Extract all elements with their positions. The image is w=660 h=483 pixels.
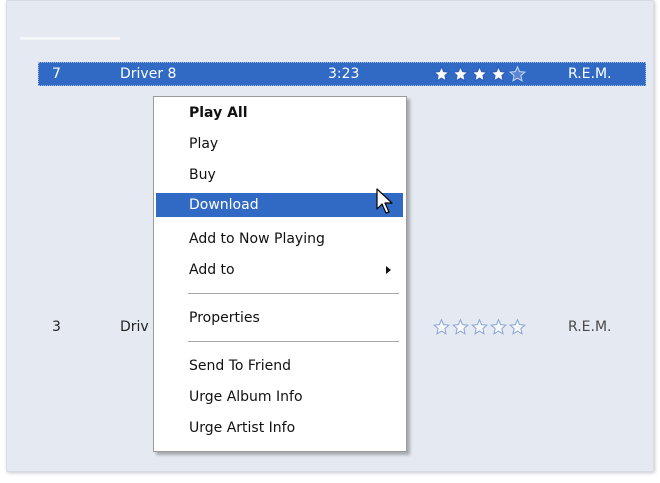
faded-header-strip <box>20 37 120 40</box>
menu-item-play-all[interactable]: Play All <box>156 101 403 125</box>
menu-separator <box>188 293 399 294</box>
menu-item-urge-artist-info[interactable]: Urge Artist Info <box>156 416 403 440</box>
star-empty-icon[interactable] <box>470 315 489 339</box>
star-empty-icon[interactable] <box>489 315 508 339</box>
track-title: Driver 8 <box>120 66 177 82</box>
track-number: 7 <box>52 66 61 82</box>
menu-item-label: Add to <box>189 262 235 278</box>
track-number: 3 <box>52 319 61 335</box>
mouse-cursor-icon <box>376 188 396 220</box>
star-rating[interactable] <box>432 62 527 86</box>
track-artist: R.E.M. <box>568 66 612 82</box>
menu-item-add-to[interactable]: Add to <box>156 258 403 282</box>
star-filled-icon[interactable] <box>489 62 508 86</box>
track-length: 3:23 <box>328 66 360 82</box>
context-menu: Play All Play Buy Download Add to Now Pl… <box>153 96 407 452</box>
menu-item-add-to-now-playing[interactable]: Add to Now Playing <box>156 227 403 251</box>
star-filled-icon[interactable] <box>470 62 489 86</box>
star-empty-icon[interactable] <box>432 315 451 339</box>
star-empty-icon[interactable] <box>508 62 527 86</box>
chevron-right-icon <box>386 266 391 274</box>
star-filled-icon[interactable] <box>451 62 470 86</box>
track-row-selected[interactable]: 7 Driver 8 3:23 R.E.M. <box>38 62 646 86</box>
star-filled-icon[interactable] <box>432 62 451 86</box>
star-empty-icon[interactable] <box>451 315 470 339</box>
menu-item-buy[interactable]: Buy <box>156 163 403 187</box>
track-title: Driv <box>120 319 149 335</box>
star-rating[interactable] <box>432 315 527 339</box>
star-empty-icon[interactable] <box>508 315 527 339</box>
track-artist: R.E.M. <box>568 319 612 335</box>
menu-separator <box>188 341 399 342</box>
menu-item-urge-album-info[interactable]: Urge Album Info <box>156 385 403 409</box>
menu-item-properties[interactable]: Properties <box>156 306 403 330</box>
menu-item-send-to-friend[interactable]: Send To Friend <box>156 354 403 378</box>
menu-item-download[interactable]: Download <box>156 193 403 217</box>
menu-item-play[interactable]: Play <box>156 132 403 156</box>
